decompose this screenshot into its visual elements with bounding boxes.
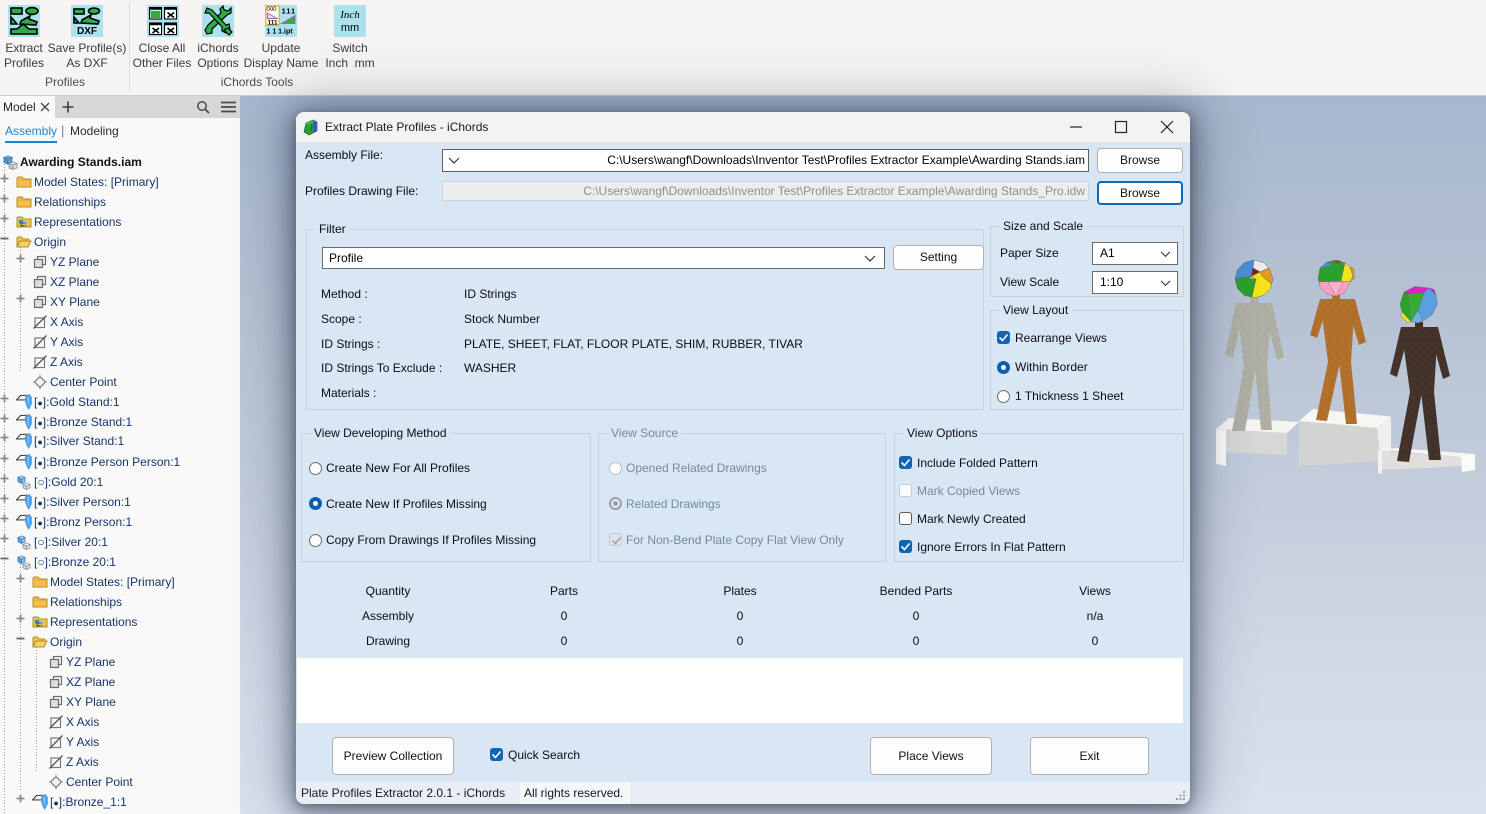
svg-text:111: 111 [268,20,279,27]
svg-text:1 1 1.ipt: 1 1 1.ipt [267,29,294,36]
svg-text:mm: mm [341,22,359,34]
svg-text:000: 000 [267,7,278,13]
svg-text:DXF: DXF [77,26,97,37]
svg-text:111: 111 [282,7,297,16]
svg-text:Inch: Inch [339,9,360,21]
